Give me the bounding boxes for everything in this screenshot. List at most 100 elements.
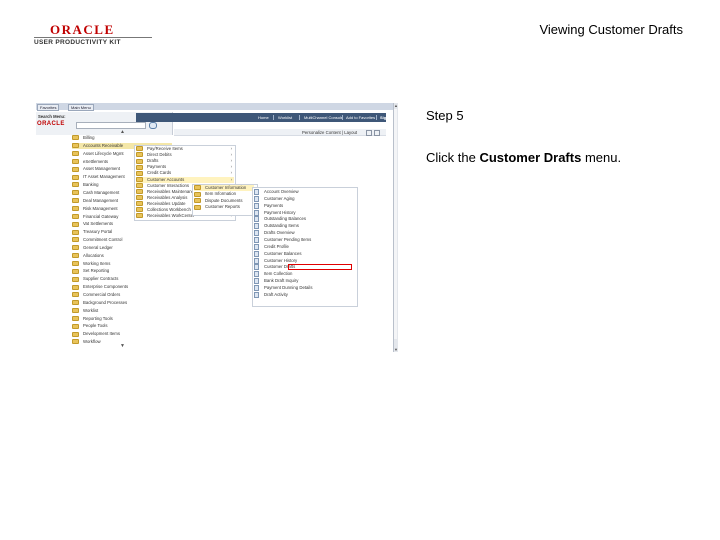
menu-level-1-item[interactable]: Commercial Orders	[72, 292, 172, 298]
document-icon	[254, 189, 259, 195]
folder-icon	[136, 170, 143, 176]
menu-level-1-item[interactable]: Supplier Contracts	[72, 276, 172, 282]
folder-icon	[72, 331, 79, 337]
menu-level-1-item-label: Background Processes	[83, 299, 128, 305]
menu-level-3-item[interactable]: Customer Reports	[194, 204, 254, 210]
menu-level-3-item[interactable]: Customer Information	[194, 185, 254, 191]
menu-level-1-item[interactable]: Allocations	[72, 253, 172, 259]
menu-level-4-item-label: Customer History	[264, 257, 298, 263]
menu-level-1-item-label: People Tools	[83, 323, 108, 329]
menu-level-3-item[interactable]: Dispute Documents	[194, 198, 254, 204]
scroll-up-icon[interactable]: ▲	[394, 103, 398, 108]
menu-level-1-item[interactable]: People Tools	[72, 323, 172, 329]
menu-level-1-item[interactable]: Working Items	[72, 261, 172, 267]
menu-level-1-item-label: Development Items	[83, 331, 121, 337]
menu-level-4-item[interactable]: Payments	[254, 202, 354, 209]
menu-level-2-item-label: Receivables Maintenance	[147, 188, 197, 194]
menu-level-1-item[interactable]: Worklist	[72, 308, 172, 314]
menu-level-4-item[interactable]: Customer Aging	[254, 195, 354, 202]
menu-level-4-item[interactable]: Credit Profile	[254, 243, 354, 250]
menu-level-1-item[interactable]: Treasury Portal	[72, 229, 172, 235]
link-add-favorites[interactable]: Add to Favorites	[346, 115, 375, 120]
help-icon[interactable]	[374, 130, 380, 136]
menu-level-4-item-label: Item Collection	[264, 271, 293, 277]
menu-level-1-item-label: Asset Lifecycle Mgmt	[83, 150, 124, 156]
menu-level-1-item[interactable]: Enterprise Components	[72, 284, 172, 290]
app-logo: ORACLE	[37, 121, 65, 127]
top-links-bar: Home Worklist MultiChannel Console Add t…	[136, 113, 396, 122]
menu-level-1-item[interactable]: General Ledger	[72, 245, 172, 251]
folder-icon	[136, 195, 143, 201]
menu-level-4-item[interactable]: Item Collection	[254, 271, 354, 278]
menu-level-4-item[interactable]: Account Overview	[254, 189, 354, 195]
menu-level-4-item[interactable]: Drafts Overview	[254, 230, 354, 237]
menu-level-2-item-label: Direct Debits	[147, 152, 172, 158]
document-icon	[254, 257, 259, 264]
search-input[interactable]	[76, 122, 146, 129]
folder-icon	[72, 206, 79, 211]
menu-level-4-item[interactable]: Payment Dunning Details	[254, 284, 354, 291]
menu-level-3-item-label: Item Information	[205, 191, 237, 197]
folder-icon	[194, 191, 201, 197]
menu-level-1-item[interactable]: Reporting Tools	[72, 316, 172, 322]
instruction-target: Customer Drafts	[479, 150, 582, 165]
menu-level-1-item[interactable]: Vat Settlements	[72, 221, 172, 227]
divider	[273, 115, 274, 120]
menu-level-4-item[interactable]: Bank Draft Inquiry	[254, 278, 354, 285]
search-go-icon[interactable]	[149, 122, 157, 129]
menu-level-2-item[interactable]: Payments ›	[136, 164, 234, 170]
refresh-icon[interactable]	[366, 130, 372, 136]
menu-level-4-item[interactable]: Outstanding Balances	[254, 216, 354, 223]
menu-level-1-item[interactable]: Background Processes	[72, 300, 172, 306]
logo-subtitle: USER PRODUCTIVITY KIT	[34, 39, 121, 46]
menu-level-3-item[interactable]: Item Information	[194, 191, 254, 197]
folder-icon	[72, 135, 79, 141]
folder-icon	[136, 207, 143, 213]
scrollbar-thumb[interactable]	[394, 109, 397, 339]
search-label: Search Menu:	[38, 114, 66, 119]
document-icon	[254, 230, 259, 237]
menu-level-1-item-label: Reporting Tools	[83, 315, 113, 321]
scroll-down-icon[interactable]: ▼	[394, 347, 398, 352]
personalize-links[interactable]: Personalize Content | Layout	[302, 130, 357, 135]
vertical-scrollbar[interactable]: ▲ ▼	[393, 103, 398, 352]
menu-level-1-item-label: IT Asset Management	[83, 174, 125, 180]
link-home[interactable]: Home	[258, 115, 269, 120]
folder-icon	[72, 300, 79, 306]
divider	[376, 115, 377, 120]
chevron-right-icon: ›	[230, 164, 232, 170]
menu-level-4-item[interactable]: Customer Pending Items	[254, 236, 354, 243]
menu-level-1-item[interactable]: Commitment Control	[72, 237, 172, 243]
menu-level-1-item[interactable]: Set Reporting	[72, 268, 172, 274]
menu-level-1-item-label: Billing	[83, 135, 95, 140]
menu-level-4-item[interactable]: Customer Balances	[254, 250, 354, 257]
document-icon	[254, 243, 259, 250]
menu-level-2-item[interactable]: Customer Accounts ›	[136, 176, 234, 183]
folder-icon	[72, 260, 79, 266]
folder-icon	[194, 185, 201, 191]
chevron-right-icon: ›	[230, 170, 232, 176]
tab-main-menu[interactable]: Main Menu	[68, 104, 94, 111]
folder-icon	[72, 143, 79, 149]
menu-level-4-item[interactable]: Draft Activity	[254, 291, 354, 298]
menu-level-1-item[interactable]: Development Items	[72, 331, 172, 337]
menu-level-4-item[interactable]: Outstanding Items	[254, 223, 354, 230]
menu-level-2-item-label: Customer Accounts	[147, 176, 185, 182]
menu-level-2-item-label: Drafts	[147, 158, 159, 164]
folder-icon	[136, 213, 143, 219]
menu-level-2-item[interactable]: Drafts ›	[136, 158, 234, 164]
menu-level-2-item[interactable]: Credit Cards ›	[136, 170, 234, 176]
link-worklist[interactable]: Worklist	[278, 115, 292, 120]
menu-level-4-item[interactable]: Customer History	[254, 257, 354, 264]
menu-level-2-item[interactable]: Direct Debits ›	[136, 152, 234, 158]
link-multichannel[interactable]: MultiChannel Console	[304, 115, 343, 120]
menu-level-4-item[interactable]: Payment History	[254, 209, 354, 216]
menu-level-1-item-label: Working Items	[83, 260, 111, 266]
folder-icon	[72, 166, 79, 172]
tab-favorites[interactable]: Favorites	[37, 104, 60, 111]
menu-level-1-item[interactable]: Billing	[72, 135, 172, 141]
chevron-down-icon[interactable]: ▼	[120, 343, 125, 349]
folder-icon	[72, 253, 79, 259]
menu-level-2-item[interactable]: Pay/Receive Items ›	[136, 146, 234, 152]
menu-level-1-item-label: Commitment Control	[83, 237, 123, 243]
